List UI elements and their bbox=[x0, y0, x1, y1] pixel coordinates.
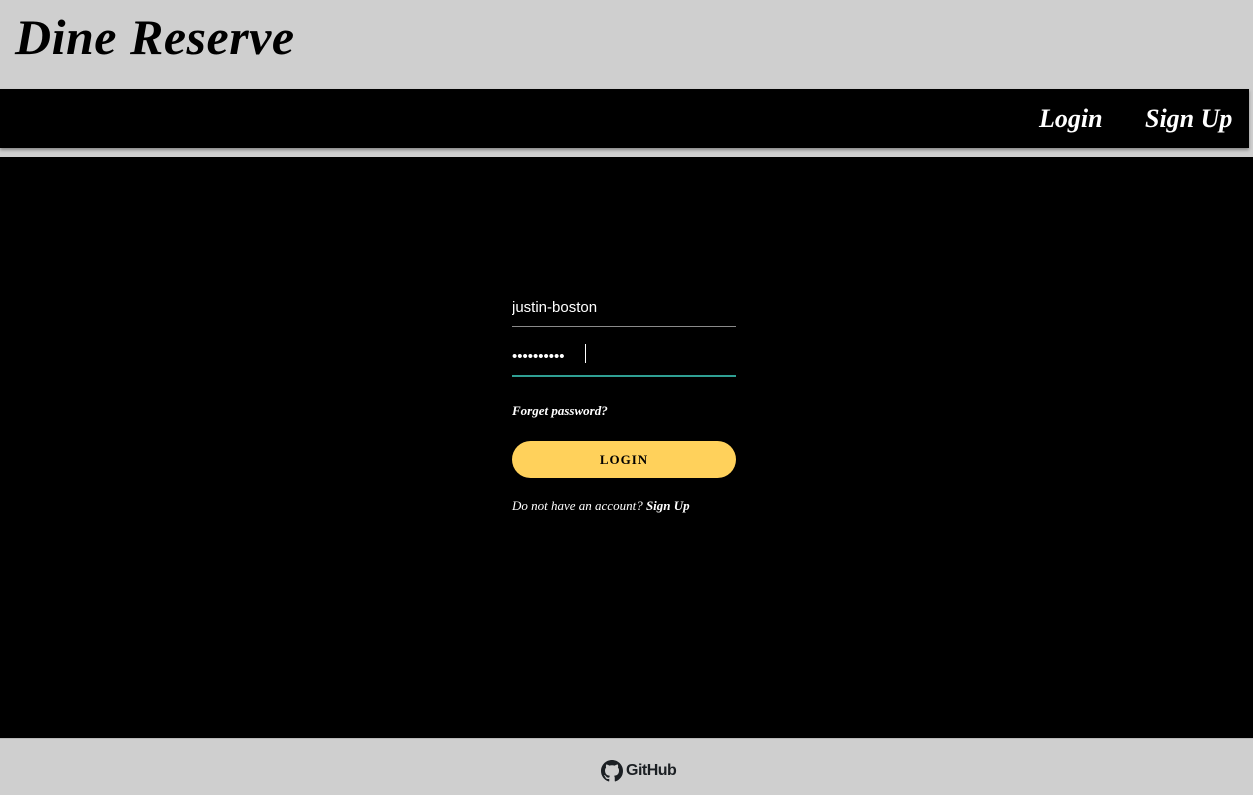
main-content: Forget password? LOGIN Do not have an ac… bbox=[0, 157, 1253, 738]
username-input[interactable] bbox=[512, 299, 736, 316]
navbar: Login Sign Up bbox=[0, 89, 1249, 148]
password-input[interactable] bbox=[512, 348, 736, 365]
github-icon bbox=[601, 760, 623, 782]
username-field-wrapper bbox=[512, 285, 736, 327]
password-field-wrapper bbox=[512, 335, 736, 377]
login-button[interactable]: LOGIN bbox=[512, 441, 736, 478]
nav-signup-link[interactable]: Sign Up bbox=[1145, 89, 1232, 148]
site-footer: GitHub bbox=[0, 738, 1253, 795]
brand-title: Dine Reserve bbox=[15, 9, 295, 65]
forgot-password-link[interactable]: Forget password? bbox=[512, 403, 736, 419]
signup-prompt: Do not have an account? Sign Up bbox=[512, 498, 736, 514]
site-header: Dine Reserve bbox=[0, 0, 1253, 89]
nav-login-link[interactable]: Login bbox=[1039, 89, 1103, 148]
login-form: Forget password? LOGIN Do not have an ac… bbox=[512, 285, 736, 514]
form-signup-link[interactable]: Sign Up bbox=[646, 498, 690, 513]
github-label: GitHub bbox=[626, 762, 677, 779]
no-account-text: Do not have an account? bbox=[512, 498, 646, 513]
github-link[interactable]: GitHub bbox=[601, 759, 677, 783]
text-caret bbox=[585, 344, 586, 363]
